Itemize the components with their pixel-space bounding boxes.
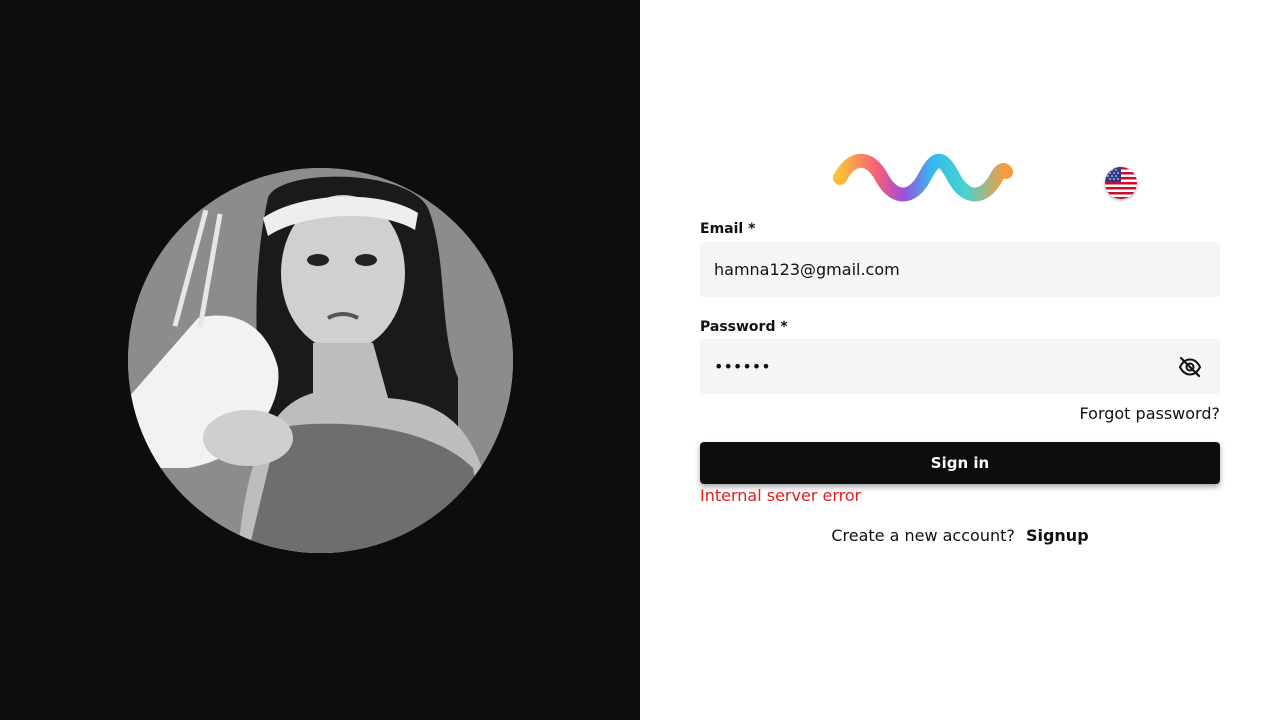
password-field-container	[700, 339, 1220, 394]
password-label: Password *	[700, 319, 788, 335]
signup-prompt-row: Create a new account? Signup	[700, 526, 1220, 545]
error-message: Internal server error	[700, 486, 862, 505]
email-label: Email *	[700, 221, 756, 237]
hero-panel	[0, 0, 640, 720]
hero-portrait-image	[128, 168, 513, 553]
password-field[interactable]	[700, 339, 1220, 394]
sign-in-button[interactable]: Sign in	[700, 442, 1220, 484]
signup-prompt-text: Create a new account?	[831, 526, 1015, 545]
signup-link[interactable]: Signup	[1026, 526, 1089, 545]
forgot-password-link[interactable]: Forgot password?	[1080, 404, 1220, 423]
email-field-container	[700, 242, 1220, 297]
wave-logo-icon	[830, 150, 1014, 202]
language-selector-us-flag-icon[interactable]	[1105, 167, 1137, 199]
email-field[interactable]	[700, 242, 1220, 297]
eye-off-icon[interactable]	[1178, 355, 1202, 379]
